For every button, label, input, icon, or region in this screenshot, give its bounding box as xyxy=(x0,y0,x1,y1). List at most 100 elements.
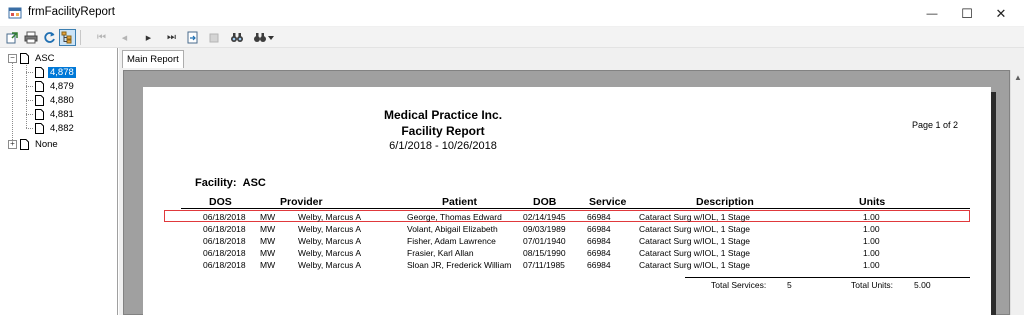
scroll-up-icon[interactable]: ▲ xyxy=(1011,70,1024,84)
app-icon xyxy=(8,7,22,19)
cell-patient: George, Thomas Edward xyxy=(407,212,502,222)
cell-provider-code: MW xyxy=(260,212,276,222)
report-canvas: Medical Practice Inc. Facility Report 6/… xyxy=(123,70,1010,315)
expand-icon[interactable]: + xyxy=(8,139,17,149)
cell-dob: 08/15/1990 xyxy=(523,248,566,258)
print-icon xyxy=(24,31,37,44)
report-page: Medical Practice Inc. Facility Report 6/… xyxy=(143,87,991,315)
row-highlight xyxy=(164,210,970,222)
tree-node-label: 4,882 xyxy=(50,122,74,134)
cell-patient: Frasier, Karl Allan xyxy=(407,248,474,258)
cell-dos: 06/18/2018 xyxy=(203,248,246,258)
export-button[interactable] xyxy=(4,29,21,46)
tree-node-4878[interactable]: 4,878 xyxy=(35,65,76,79)
document-icon xyxy=(35,94,44,106)
cell-dos: 06/18/2018 xyxy=(203,260,246,270)
close-button[interactable]: ✕ xyxy=(978,0,1024,27)
last-page-button[interactable]: ⏭ xyxy=(163,29,180,46)
tree-node-asc[interactable]: − ASC xyxy=(8,51,57,65)
previous-page-button[interactable]: ◀ xyxy=(116,29,133,46)
tree-node-label: 4,880 xyxy=(50,94,74,106)
tree-node-4880[interactable]: 4,880 xyxy=(35,93,76,107)
cell-description: Cataract Surg w/IOL, 1 Stage xyxy=(639,260,751,270)
tree-node-4882[interactable]: 4,882 xyxy=(35,121,76,135)
column-header-dos: DOS xyxy=(209,196,232,208)
cell-dob: 02/14/1945 xyxy=(523,212,566,222)
first-page-icon: ⏮ xyxy=(97,32,106,43)
title-bar: frmFacilityReport — ☐ ✕ xyxy=(0,0,1024,27)
document-icon xyxy=(35,122,44,134)
total-units-value: 5.00 xyxy=(914,280,931,290)
cell-provider: Welby, Marcus A xyxy=(298,260,361,270)
total-services-value: 5 xyxy=(787,280,792,290)
tree-node-label: 4,878 xyxy=(48,66,76,78)
header-rule xyxy=(181,208,970,209)
cell-provider: Welby, Marcus A xyxy=(298,224,361,234)
find-icon xyxy=(230,33,243,42)
goto-page-button[interactable] xyxy=(184,29,201,46)
maximize-icon: ☐ xyxy=(961,5,973,21)
close-icon: ✕ xyxy=(995,5,1007,21)
cell-dob: 09/03/1989 xyxy=(523,224,566,234)
print-button[interactable] xyxy=(22,29,39,46)
dropdown-arrow-icon xyxy=(267,35,274,40)
window-title: frmFacilityReport xyxy=(28,6,115,18)
cell-units: 1.00 xyxy=(863,224,880,234)
tree-connector xyxy=(26,128,33,129)
cell-dos: 06/18/2018 xyxy=(203,236,246,246)
report-date-range: 6/1/2018 - 10/26/2018 xyxy=(389,140,497,152)
cell-description: Cataract Surg w/IOL, 1 Stage xyxy=(639,212,751,222)
cell-service: 66984 xyxy=(587,248,611,258)
column-header-service: Service xyxy=(589,196,627,208)
group-tree-toggle-button[interactable] xyxy=(59,29,76,46)
tree-node-label: 4,881 xyxy=(50,108,74,120)
cell-provider-code: MW xyxy=(260,236,276,246)
tree-connector xyxy=(26,65,27,128)
group-tree: − ASC 4,878 4,879 4,880 4,881 4,882 + No… xyxy=(0,48,118,315)
column-header-units: Units xyxy=(859,196,886,208)
cell-service: 66984 xyxy=(587,224,611,234)
cell-service: 66984 xyxy=(587,260,611,270)
cell-dob: 07/01/1940 xyxy=(523,236,566,246)
zoom-icon xyxy=(253,33,266,42)
cell-units: 1.00 xyxy=(863,260,880,270)
cell-patient: Fisher, Adam Lawrence xyxy=(407,236,496,246)
export-icon xyxy=(6,32,18,44)
column-header-dob: DOB xyxy=(533,196,557,208)
zoom-dropdown-button[interactable] xyxy=(250,29,276,46)
first-page-button[interactable]: ⏮ xyxy=(93,29,110,46)
cell-dos: 06/18/2018 xyxy=(203,212,246,222)
collapse-icon[interactable]: − xyxy=(8,53,17,63)
total-services-label: Total Services: xyxy=(711,280,767,290)
report-title: Facility Report xyxy=(401,124,485,138)
goto-page-icon xyxy=(187,31,198,44)
group-tree-icon xyxy=(61,31,72,44)
tree-node-label: None xyxy=(35,138,58,150)
cell-patient: Sloan JR, Frederick William xyxy=(407,260,512,270)
tree-connector xyxy=(26,86,33,87)
document-icon xyxy=(35,80,44,92)
cell-provider-code: MW xyxy=(260,260,276,270)
document-icon xyxy=(20,138,29,150)
find-button[interactable] xyxy=(228,29,245,46)
stop-button[interactable] xyxy=(205,29,222,46)
refresh-button[interactable] xyxy=(41,29,58,46)
last-page-icon: ⏭ xyxy=(167,32,176,43)
tree-node-label: 4,879 xyxy=(50,80,74,92)
facility-label: Facility: xyxy=(195,177,237,189)
next-page-button[interactable]: ▶ xyxy=(140,29,157,46)
tree-node-4879[interactable]: 4,879 xyxy=(35,79,76,93)
vertical-scrollbar[interactable]: ▲ xyxy=(1010,70,1024,315)
document-icon xyxy=(35,66,44,78)
cell-description: Cataract Surg w/IOL, 1 Stage xyxy=(639,248,751,258)
tree-connector xyxy=(26,114,33,115)
toolbar: ⏮ ◀ ▶ ⏭ xyxy=(0,27,1024,48)
page-shadow xyxy=(991,92,996,315)
cell-provider-code: MW xyxy=(260,224,276,234)
tree-node-4881[interactable]: 4,881 xyxy=(35,107,76,121)
tree-node-none[interactable]: + None xyxy=(8,137,60,151)
cell-provider: Welby, Marcus A xyxy=(298,248,361,258)
cell-units: 1.00 xyxy=(863,248,880,258)
tab-main-report[interactable]: Main Report xyxy=(122,50,184,68)
tree-connector xyxy=(12,62,13,142)
